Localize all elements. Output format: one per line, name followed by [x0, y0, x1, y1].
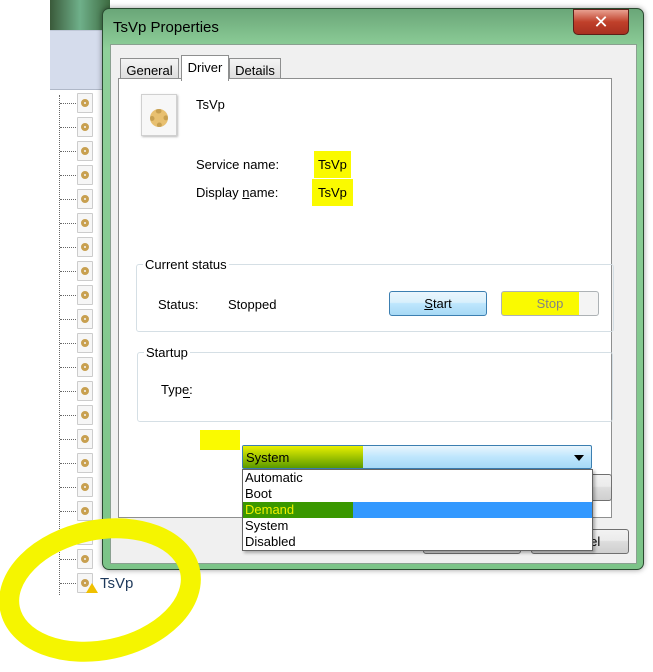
start-button[interactable]: Start [389, 291, 487, 316]
tab-general[interactable]: General [120, 58, 179, 80]
service-name-value: TsVp [314, 151, 351, 178]
tab-details[interactable]: Details [229, 58, 281, 80]
background-window-header [50, 30, 110, 90]
stop-button: Stop [501, 291, 599, 316]
tree-connector [60, 367, 76, 368]
tree-connector [60, 463, 76, 464]
startup-type-dropdown: Automatic Boot Demand System Disabled [242, 469, 593, 551]
startup-type-select[interactable]: System [242, 445, 592, 469]
gear-icon [77, 429, 93, 449]
dialog-title: TsVp Properties [113, 19, 219, 36]
option-disabled[interactable]: Disabled [243, 534, 592, 550]
gear-icon [77, 261, 93, 281]
gear-icon [77, 237, 93, 257]
gear-icon [77, 285, 93, 305]
gear-icon [77, 189, 93, 209]
startup-label: Startup [144, 345, 190, 360]
option-system[interactable]: System [243, 518, 592, 534]
tree-connector [60, 583, 76, 584]
gear-icon [77, 117, 93, 137]
gear-icon [77, 501, 93, 521]
gear-icon [77, 405, 93, 425]
tree-connector [60, 559, 76, 560]
driver-gear-icon [141, 94, 177, 136]
gear-icon [77, 453, 93, 473]
display-name-value: TsVp [312, 179, 353, 206]
tree-connector [60, 415, 76, 416]
status-label: Status: [158, 297, 199, 312]
option-boot[interactable]: Boot [243, 486, 592, 502]
gear-icon [77, 525, 93, 545]
tree-connector [60, 319, 76, 320]
tree-connector [60, 391, 76, 392]
gear-icon [77, 213, 93, 233]
chevron-down-icon[interactable] [574, 455, 584, 461]
close-button[interactable]: ✕ [573, 9, 629, 35]
current-status-group: Current status Status: Stopped Start Sto… [136, 257, 614, 332]
startup-type-value: System [246, 450, 290, 465]
tree-connector [60, 535, 76, 536]
startup-group: Startup Type: [137, 345, 613, 422]
type-label-wrap: Type: [161, 382, 193, 398]
tree-connector [60, 103, 76, 104]
gear-icon [77, 333, 93, 353]
tree-connector [60, 247, 76, 248]
warning-icon [86, 583, 98, 593]
tree-connector [60, 223, 76, 224]
gear-icon [77, 309, 93, 329]
tree-connector [60, 175, 76, 176]
background-window-titlebar [50, 0, 110, 30]
gear-icon [77, 141, 93, 161]
option-demand[interactable]: Demand [243, 502, 592, 518]
tree-connector [60, 151, 76, 152]
tree-connector [60, 271, 76, 272]
tree-connector [60, 295, 76, 296]
type-label-access-key-underline [183, 397, 190, 398]
tree-connector [60, 199, 76, 200]
driver-tab-panel: TsVp Service name: TsVp Display name: Ts… [118, 78, 614, 551]
service-name-label: Service name: [196, 157, 280, 172]
status-value: Stopped [228, 297, 277, 312]
current-status-label: Current status [143, 257, 229, 272]
gear-icon [77, 381, 93, 401]
display-name-label: Display name: [196, 185, 279, 200]
gear-icon [77, 357, 93, 377]
gear-icon [77, 93, 93, 113]
gear-icon [77, 165, 93, 185]
tree-connector [60, 127, 76, 128]
gear-icon [77, 477, 93, 497]
tree-connector [60, 511, 76, 512]
properties-dialog: TsVp Properties ✕ General Driver Details… [102, 8, 644, 570]
tab-driver[interactable]: Driver [181, 55, 229, 81]
dialog-client: General Driver Details TsVp Service name… [110, 44, 637, 564]
tree-item-tsvp-label[interactable]: TsVp [100, 575, 133, 592]
tree-connector [60, 439, 76, 440]
tree-connector [60, 487, 76, 488]
gear-icon [77, 549, 93, 569]
type-label: Type: [161, 382, 193, 397]
option-automatic[interactable]: Automatic [243, 470, 592, 486]
tree-connector [60, 343, 76, 344]
driver-name: TsVp [196, 97, 225, 112]
